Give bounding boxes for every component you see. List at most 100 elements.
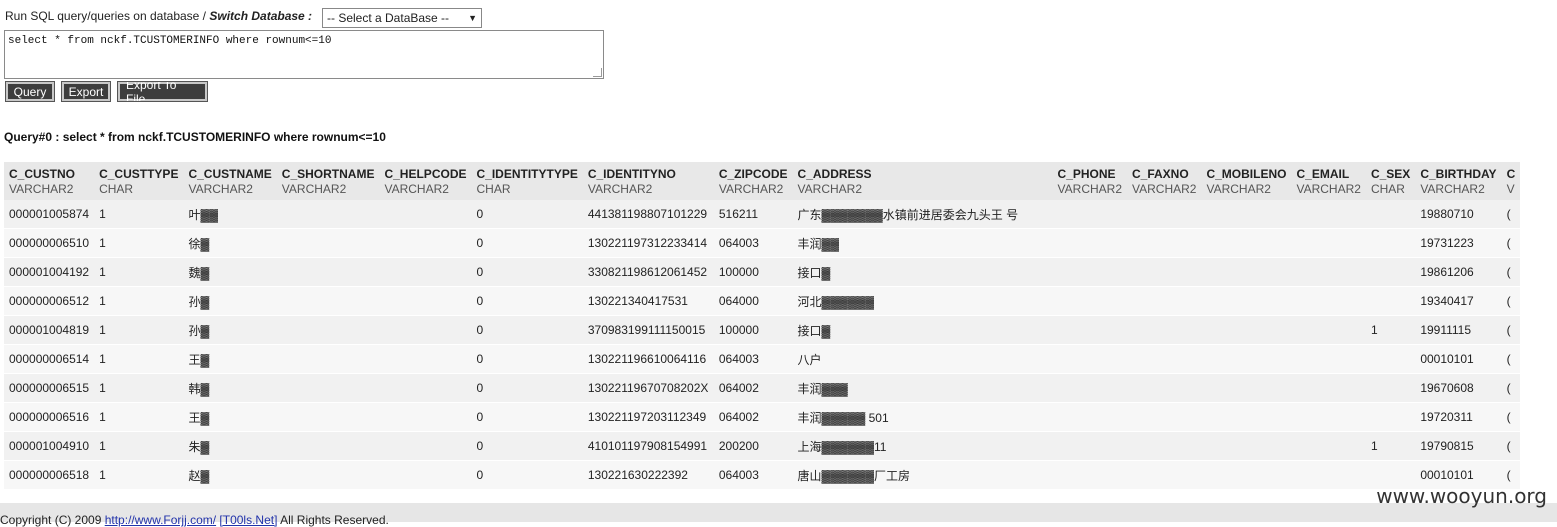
table-cell xyxy=(1365,344,1416,374)
table-cell xyxy=(1291,460,1366,490)
table-cell xyxy=(1127,257,1202,287)
table-cell: 000000006510 xyxy=(4,228,95,258)
table-cell xyxy=(1052,200,1127,229)
table-cell xyxy=(1052,460,1127,490)
table-cell: 000001005874 xyxy=(4,200,95,229)
table-cell xyxy=(379,460,472,490)
table-cell xyxy=(1127,200,1202,229)
table-cell xyxy=(379,228,472,258)
footer-link-forjj[interactable]: http://www.Forjj.com/ xyxy=(105,513,216,527)
table-cell: 河北▓▓▓▓▓▓ xyxy=(792,286,1053,316)
table-cell xyxy=(379,431,472,461)
table-cell: 1 xyxy=(1365,315,1416,345)
database-select[interactable]: -- Select a DataBase -- ▼ xyxy=(322,8,482,28)
table-row: 000001005874 1 叶▓▓ 0 441381198807101229 51621… xyxy=(4,200,1521,229)
table-cell xyxy=(1127,460,1202,490)
footer-link-t00ls[interactable]: [T00ls.Net] xyxy=(219,513,277,527)
table-cell xyxy=(1052,257,1127,287)
table-cell xyxy=(1127,228,1202,258)
column-type: VARCHAR2 xyxy=(1420,182,1485,196)
column-header: C_CUSTNAME VARCHAR2 xyxy=(183,162,277,200)
table-cell: 19790815 xyxy=(1415,431,1502,461)
query-button[interactable]: Query xyxy=(5,81,55,102)
sql-text: select * from nckf.TCUSTOMERINFO where r… xyxy=(8,35,332,47)
table-cell xyxy=(379,373,472,403)
table-cell: 1 xyxy=(94,200,184,229)
table-cell xyxy=(276,402,380,432)
table-cell xyxy=(1127,431,1202,461)
column-type: CHAR xyxy=(1370,182,1405,196)
footer: Copyright (C) 2009 http://www.Forjj.com/… xyxy=(0,503,1557,527)
column-header: C_ZIPCODE VARCHAR2 xyxy=(713,162,793,200)
resize-grip-icon[interactable] xyxy=(593,68,602,77)
table-cell: 130221197203112349 xyxy=(582,402,714,432)
column-name: C_BIRTHDAY xyxy=(1420,167,1497,181)
table-cell: ( xyxy=(1501,373,1521,403)
query-prompt: Run SQL query/queries on database / Swit… xyxy=(5,9,312,23)
column-header: C_SHORTNAME VARCHAR2 xyxy=(276,162,380,200)
table-cell: ( xyxy=(1501,315,1521,345)
table-cell: 接口▓ xyxy=(792,257,1053,287)
column-header: C_EMAIL VARCHAR2 xyxy=(1291,162,1366,200)
table-cell xyxy=(1052,373,1127,403)
table-cell: 丰润▓▓▓ xyxy=(792,373,1053,403)
table-cell: 广东▓▓▓▓▓▓▓水镇前进居委会九头王 号 xyxy=(792,200,1053,229)
table-cell: 0 xyxy=(471,315,583,345)
chevron-down-icon: ▼ xyxy=(468,13,477,23)
table-cell xyxy=(1291,228,1366,258)
table-cell: 000001004192 xyxy=(4,257,95,287)
column-header: C_SEX CHAR xyxy=(1365,162,1416,200)
table-cell xyxy=(1201,344,1292,374)
table-cell: 19670608 xyxy=(1415,373,1502,403)
table-cell xyxy=(276,200,380,229)
column-name: C_CUSTNO xyxy=(9,167,76,181)
table-cell xyxy=(1365,200,1416,229)
table-cell: 064000 xyxy=(713,286,793,316)
column-name: C_CUSTTYPE xyxy=(99,167,179,181)
export-button[interactable]: Export xyxy=(61,81,111,102)
table-row: 000000006518 1 赵▓ 0 130221630222392 064003 唐山▓… xyxy=(4,460,1521,490)
table-cell xyxy=(276,373,380,403)
column-type: VARCHAR2 xyxy=(9,182,74,196)
table-cell xyxy=(1127,344,1202,374)
table-header-row: C_CUSTNO VARCHAR2 C_CUSTTYPE CHAR C_CUSTNAME… xyxy=(4,162,1521,200)
column-name: C_PHONE xyxy=(1057,167,1116,181)
column-type: VARCHAR2 xyxy=(797,182,862,196)
table-cell: 130221197312233414 xyxy=(582,228,714,258)
table-cell xyxy=(1052,402,1127,432)
table-row: 000001004910 1 朱▓ 0 410101197908154991 200200… xyxy=(4,431,1521,461)
table-cell: ( xyxy=(1501,402,1521,432)
column-type: V xyxy=(1506,182,1515,196)
table-cell: 064002 xyxy=(713,373,793,403)
table-cell xyxy=(1365,373,1416,403)
column-header: C_HELPCODE VARCHAR2 xyxy=(379,162,472,200)
column-name: C_EMAIL xyxy=(1296,167,1350,181)
switch-db-label: Switch Database : xyxy=(209,9,313,23)
table-cell: 1 xyxy=(1365,431,1416,461)
column-name: C xyxy=(1506,167,1516,181)
column-type: VARCHAR2 xyxy=(1296,182,1361,196)
column-type: VARCHAR2 xyxy=(587,182,653,196)
table-cell: 0 xyxy=(471,402,583,432)
table-cell: 王▓ xyxy=(183,344,277,374)
table-cell xyxy=(1291,402,1366,432)
column-header: C_CUSTNO VARCHAR2 xyxy=(4,162,95,200)
table-cell: 丰润▓▓▓▓▓ 501 xyxy=(792,402,1053,432)
table-cell: 0 xyxy=(471,460,583,490)
table-cell: ( xyxy=(1501,286,1521,316)
table-cell xyxy=(1291,286,1366,316)
export-to-file-button[interactable]: Export To File xyxy=(117,78,208,106)
table-cell xyxy=(1201,460,1292,490)
table-cell: 13022119670708202X xyxy=(582,373,714,403)
footer-suffix: All Rights Reserved. xyxy=(277,513,389,527)
table-cell: 000000006515 xyxy=(4,373,95,403)
sql-textarea[interactable]: select * from nckf.TCUSTOMERINFO where r… xyxy=(4,30,604,79)
prompt-text: Run SQL query/queries on database / xyxy=(5,9,210,23)
column-name: C_MOBILENO xyxy=(1206,167,1287,181)
table-cell: 130221340417531 xyxy=(582,286,714,316)
table-cell: 0 xyxy=(471,228,583,258)
table-cell: 1 xyxy=(94,402,184,432)
table-cell: 064002 xyxy=(713,402,793,432)
table-cell: 朱▓ xyxy=(183,431,277,461)
table-cell: 000000006512 xyxy=(4,286,95,316)
